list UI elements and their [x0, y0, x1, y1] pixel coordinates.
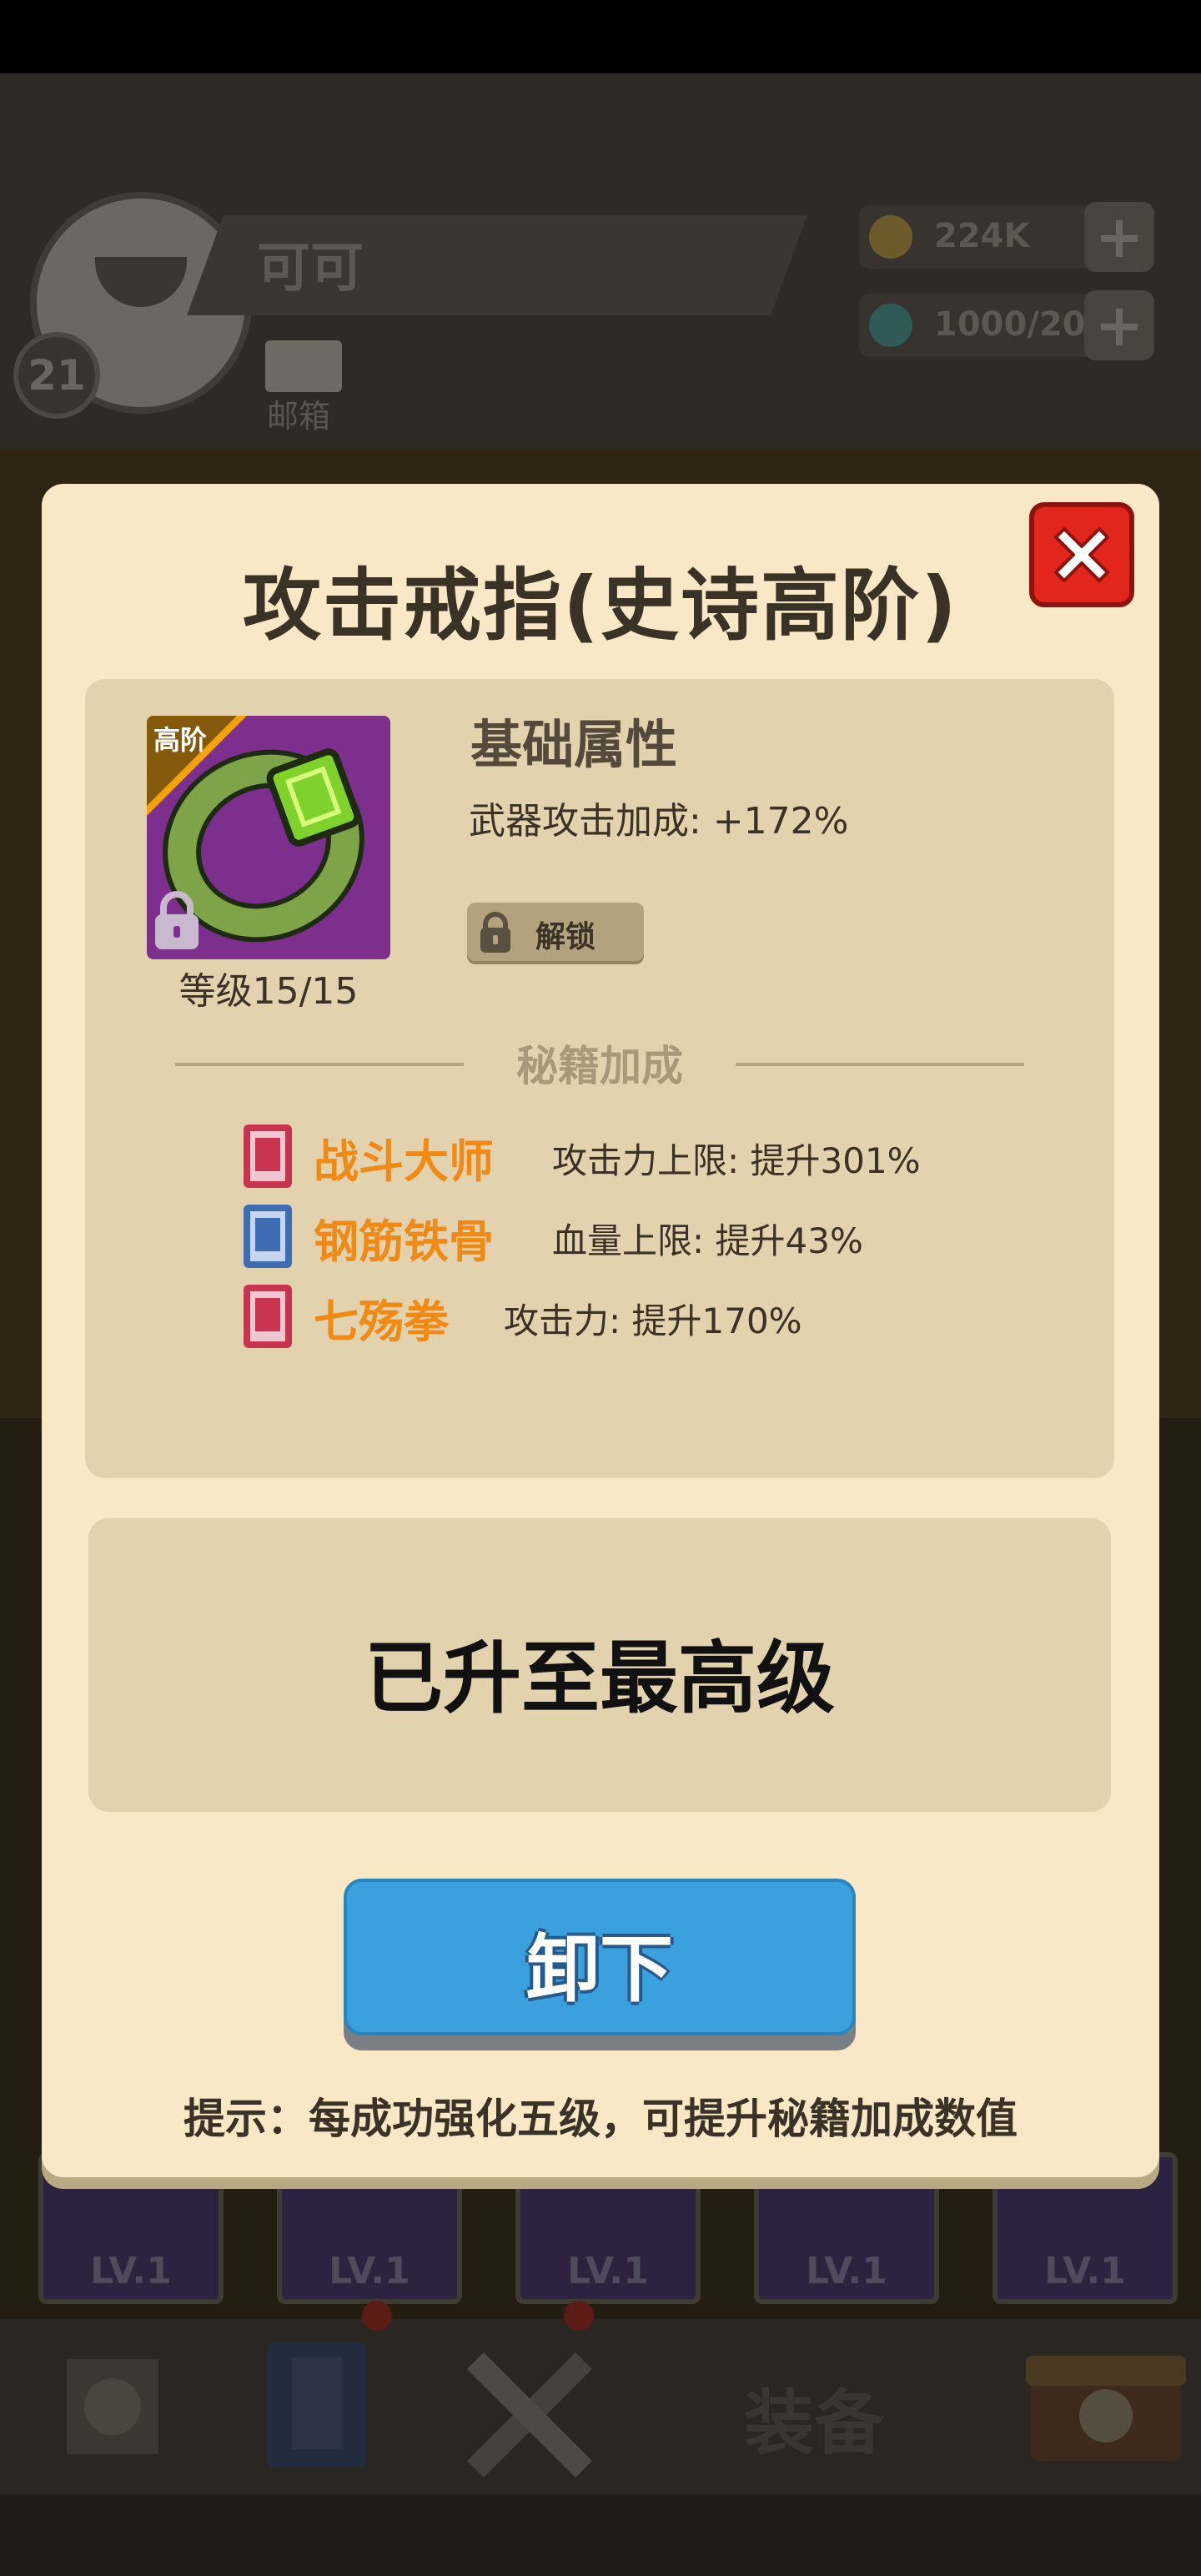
gold-amount: 224K	[934, 217, 1030, 255]
gold-bar: 224K +	[859, 202, 1154, 272]
nav-task-scroll-icon[interactable]	[33, 2336, 200, 2478]
close-icon	[1054, 527, 1109, 582]
player-name: 可可	[257, 238, 364, 299]
secret-book-row: 钢筋铁骨 血量上限: 提升43%	[244, 1205, 1061, 1275]
slot-level: LV.1	[1044, 2250, 1126, 2292]
secret-book-name: 钢筋铁骨	[314, 1215, 494, 1268]
bottom-bar	[0, 2494, 1201, 2576]
notification-dot	[362, 2301, 392, 2331]
weapon-attack-bonus: 武器攻击加成: +172%	[469, 800, 849, 843]
max-level-text: 已升至最高级	[364, 1633, 835, 1724]
unlock-label: 解锁	[535, 920, 596, 954]
status-bar	[0, 0, 1201, 73]
unequip-label: 卸下	[525, 1926, 673, 2012]
slot-level: LV.1	[90, 2250, 172, 2292]
secret-book-row: 七殇拳 攻击力: 提升170%	[244, 1285, 1061, 1355]
upgrade-status-panel: 已升至最高级	[88, 1518, 1111, 1812]
secret-book-row: 战斗大师 攻击力上限: 提升301%	[244, 1124, 1061, 1195]
nav-battle-swords-icon[interactable]	[450, 2336, 617, 2478]
item-level: 等级15/15	[178, 970, 359, 1013]
secret-book-icon	[244, 1285, 292, 1348]
slot-level: LV.1	[567, 2250, 649, 2292]
player-level-badge: 21	[13, 332, 100, 419]
slot-level: LV.1	[806, 2250, 887, 2292]
item-detail-dialog: 攻击戒指(史诗高阶) 高阶 等级15/15 基础属性 武器攻击加成: +172%…	[42, 484, 1159, 2177]
item-info-panel: 高阶 等级15/15 基础属性 武器攻击加成: +172% 解锁 秘籍加成 战斗…	[85, 679, 1114, 1478]
ring-item-icon[interactable]: 高阶	[147, 716, 390, 959]
secret-book-name: 七殇拳	[314, 1296, 449, 1348]
close-button[interactable]	[1029, 502, 1134, 607]
unlock-button[interactable]: 解锁	[467, 903, 644, 961]
secret-book-icon	[244, 1205, 292, 1268]
nav-shop-chest-icon[interactable]	[1023, 2336, 1189, 2478]
unequip-button[interactable]: 卸下	[344, 1879, 856, 2050]
energy-amount: 1000/20	[934, 305, 1086, 344]
energy-gem-icon	[869, 304, 912, 347]
add-gold-button[interactable]: +	[1084, 202, 1154, 272]
lock-icon	[155, 891, 198, 949]
nav-equipment-label[interactable]: 装备	[744, 2367, 884, 2468]
avatar-face	[95, 257, 187, 307]
notification-dot	[564, 2301, 594, 2331]
enhance-hint: 提示：每成功强化五级，可提升秘籍加成数值	[183, 2095, 1018, 2143]
dialog-title: 攻击戒指(史诗高阶)	[243, 561, 958, 652]
add-energy-button[interactable]: +	[1084, 290, 1154, 360]
secret-book-icon	[244, 1124, 292, 1188]
mail-icon[interactable]	[265, 340, 342, 392]
secret-book-effect: 攻击力上限: 提升301%	[552, 1140, 921, 1181]
secret-book-effect: 血量上限: 提升43%	[552, 1220, 863, 1261]
energy-bar: 1000/20 +	[859, 290, 1154, 360]
base-attributes-title: 基础属性	[470, 714, 678, 775]
lock-icon	[480, 912, 510, 953]
mail-label: 邮箱	[267, 398, 331, 435]
secret-book-name: 战斗大师	[314, 1135, 494, 1188]
secret-book-effect: 攻击力: 提升170%	[504, 1301, 802, 1341]
tier-badge-label: 高阶	[153, 724, 208, 756]
divider-right	[736, 1063, 1024, 1066]
gold-coin-icon	[869, 215, 912, 259]
slot-level: LV.1	[329, 2250, 410, 2292]
nav-training-book-icon[interactable]	[250, 2336, 417, 2478]
